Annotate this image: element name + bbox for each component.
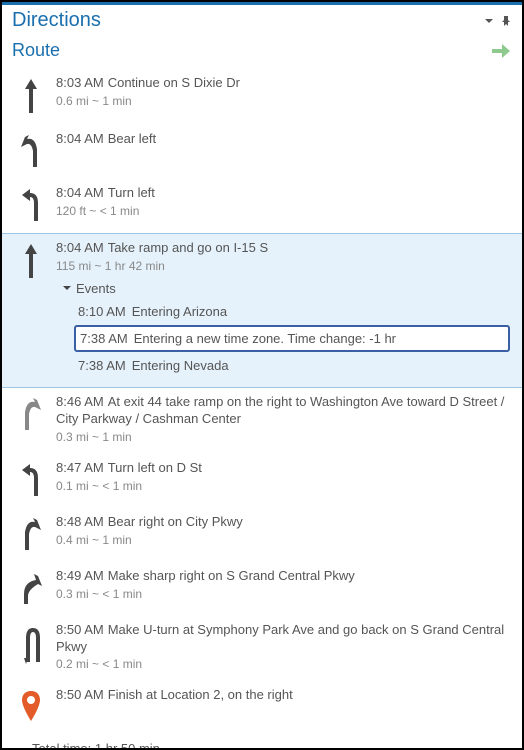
- step-text: At exit 44 take ramp on the right to Was…: [56, 394, 504, 426]
- events-container: Events 8:10 AM Entering Arizona 7:38 AM En…: [56, 281, 510, 377]
- directions-panel: Directions Route 8:03 AM Continue on S Di…: [0, 0, 524, 750]
- direction-step[interactable]: 8:48 AM Bear right on City Pkwy 0.4 mi ~ …: [10, 508, 514, 562]
- direction-step[interactable]: 8:50 AM Finish at Location 2, on the righ…: [10, 681, 514, 733]
- pin-icon[interactable]: [500, 15, 512, 27]
- step-time: 8:48 AM: [56, 514, 104, 529]
- step-time: 8:04 AM: [56, 240, 104, 255]
- step-text: Turn left on D St: [108, 460, 202, 475]
- bear-left-icon: [14, 131, 48, 169]
- step-sub: 0.4 mi ~ 1 min: [56, 533, 510, 547]
- finish-pin-icon: [14, 687, 48, 723]
- total-time-value: 1 hr 50 min: [95, 741, 160, 750]
- step-text: Continue on S Dixie Dr: [108, 75, 240, 90]
- event-row[interactable]: 8:10 AM Entering Arizona: [56, 300, 510, 323]
- step-time: 8:47 AM: [56, 460, 104, 475]
- step-text: Bear left: [108, 131, 156, 146]
- step-sub: 0.2 mi ~ < 1 min: [56, 657, 510, 671]
- steps-list: 8:03 AM Continue on S Dixie Dr 0.6 mi ~ 1…: [2, 69, 522, 733]
- totals: Total time: 1 hr 50 min Total distance: …: [2, 733, 522, 750]
- direction-step[interactable]: 8:50 AMMake U-turn at Symphony Park Ave …: [10, 616, 514, 682]
- step-text: Make sharp right on S Grand Central Pkwy: [108, 568, 355, 583]
- event-time: 7:38 AM: [78, 358, 126, 373]
- step-time: 8:04 AM: [56, 185, 104, 200]
- panel-header-controls: [484, 15, 512, 27]
- event-row[interactable]: 7:38 AM Entering Nevada: [56, 354, 510, 377]
- chevron-down-icon: [62, 283, 72, 293]
- step-sub: 0.6 mi ~ 1 min: [56, 94, 510, 108]
- step-time: 8:04 AM: [56, 131, 104, 146]
- event-time: 7:38 AM: [80, 331, 128, 346]
- sharp-right-icon: [14, 568, 48, 606]
- route-header: Route: [2, 38, 522, 69]
- straight-icon: [14, 75, 48, 115]
- events-toggle[interactable]: Events: [56, 281, 510, 296]
- step-text: Make U-turn at Symphony Park Ave and go …: [56, 622, 504, 654]
- event-text: Entering Arizona: [132, 304, 227, 319]
- step-text: Finish at Location 2, on the right: [108, 687, 293, 702]
- event-time: 8:10 AM: [78, 304, 126, 319]
- menu-dropdown-icon[interactable]: [484, 16, 494, 26]
- events-label: Events: [76, 281, 116, 296]
- panel-header: Directions: [2, 5, 522, 38]
- direction-step[interactable]: 8:47 AM Turn left on D St 0.1 mi ~ < 1 mi…: [10, 454, 514, 508]
- direction-step[interactable]: 8:04 AM Bear left: [10, 125, 514, 179]
- step-text: Bear right on City Pkwy: [108, 514, 243, 529]
- turn-left-icon: [14, 460, 48, 498]
- bear-right-icon: [14, 514, 48, 552]
- step-time: 8:03 AM: [56, 75, 104, 90]
- panel-title: Directions: [12, 9, 484, 32]
- straight-icon: [14, 240, 48, 377]
- event-row-selected[interactable]: 7:38 AM Entering a new time zone. Time ch…: [74, 325, 510, 352]
- step-time: 8:46 AM: [56, 394, 104, 409]
- step-text: Take ramp and go on I-15 S: [108, 240, 268, 255]
- step-sub: 115 mi ~ 1 hr 42 min: [56, 259, 510, 273]
- step-sub: 120 ft ~ < 1 min: [56, 204, 510, 218]
- direction-step[interactable]: 8:04 AM Turn left 120 ft ~ < 1 min: [10, 179, 514, 233]
- turn-left-icon: [14, 185, 48, 223]
- step-sub: 0.3 mi ~ < 1 min: [56, 587, 510, 601]
- go-arrow-icon[interactable]: [490, 41, 512, 61]
- bear-right-icon: [14, 394, 48, 444]
- step-time: 8:49 AM: [56, 568, 104, 583]
- direction-step[interactable]: 8:46 AMAt exit 44 take ramp on the right…: [10, 388, 514, 454]
- step-sub: 0.3 mi ~ 1 min: [56, 430, 510, 444]
- step-text: Turn left: [108, 185, 155, 200]
- uturn-icon: [14, 622, 48, 672]
- step-sub: 0.1 mi ~ < 1 min: [56, 479, 510, 493]
- event-text: Entering a new time zone. Time change: -…: [134, 331, 396, 346]
- step-time: 8:50 AM: [56, 622, 104, 637]
- step-time: 8:50 AM: [56, 687, 104, 702]
- route-title[interactable]: Route: [12, 40, 490, 61]
- event-text: Entering Nevada: [132, 358, 229, 373]
- direction-step-highlighted[interactable]: 8:04 AM Take ramp and go on I-15 S 115 mi…: [2, 233, 522, 388]
- direction-step[interactable]: 8:49 AM Make sharp right on S Grand Centr…: [10, 562, 514, 616]
- total-time-label: Total time:: [32, 741, 91, 750]
- direction-step[interactable]: 8:03 AM Continue on S Dixie Dr 0.6 mi ~ 1…: [10, 69, 514, 125]
